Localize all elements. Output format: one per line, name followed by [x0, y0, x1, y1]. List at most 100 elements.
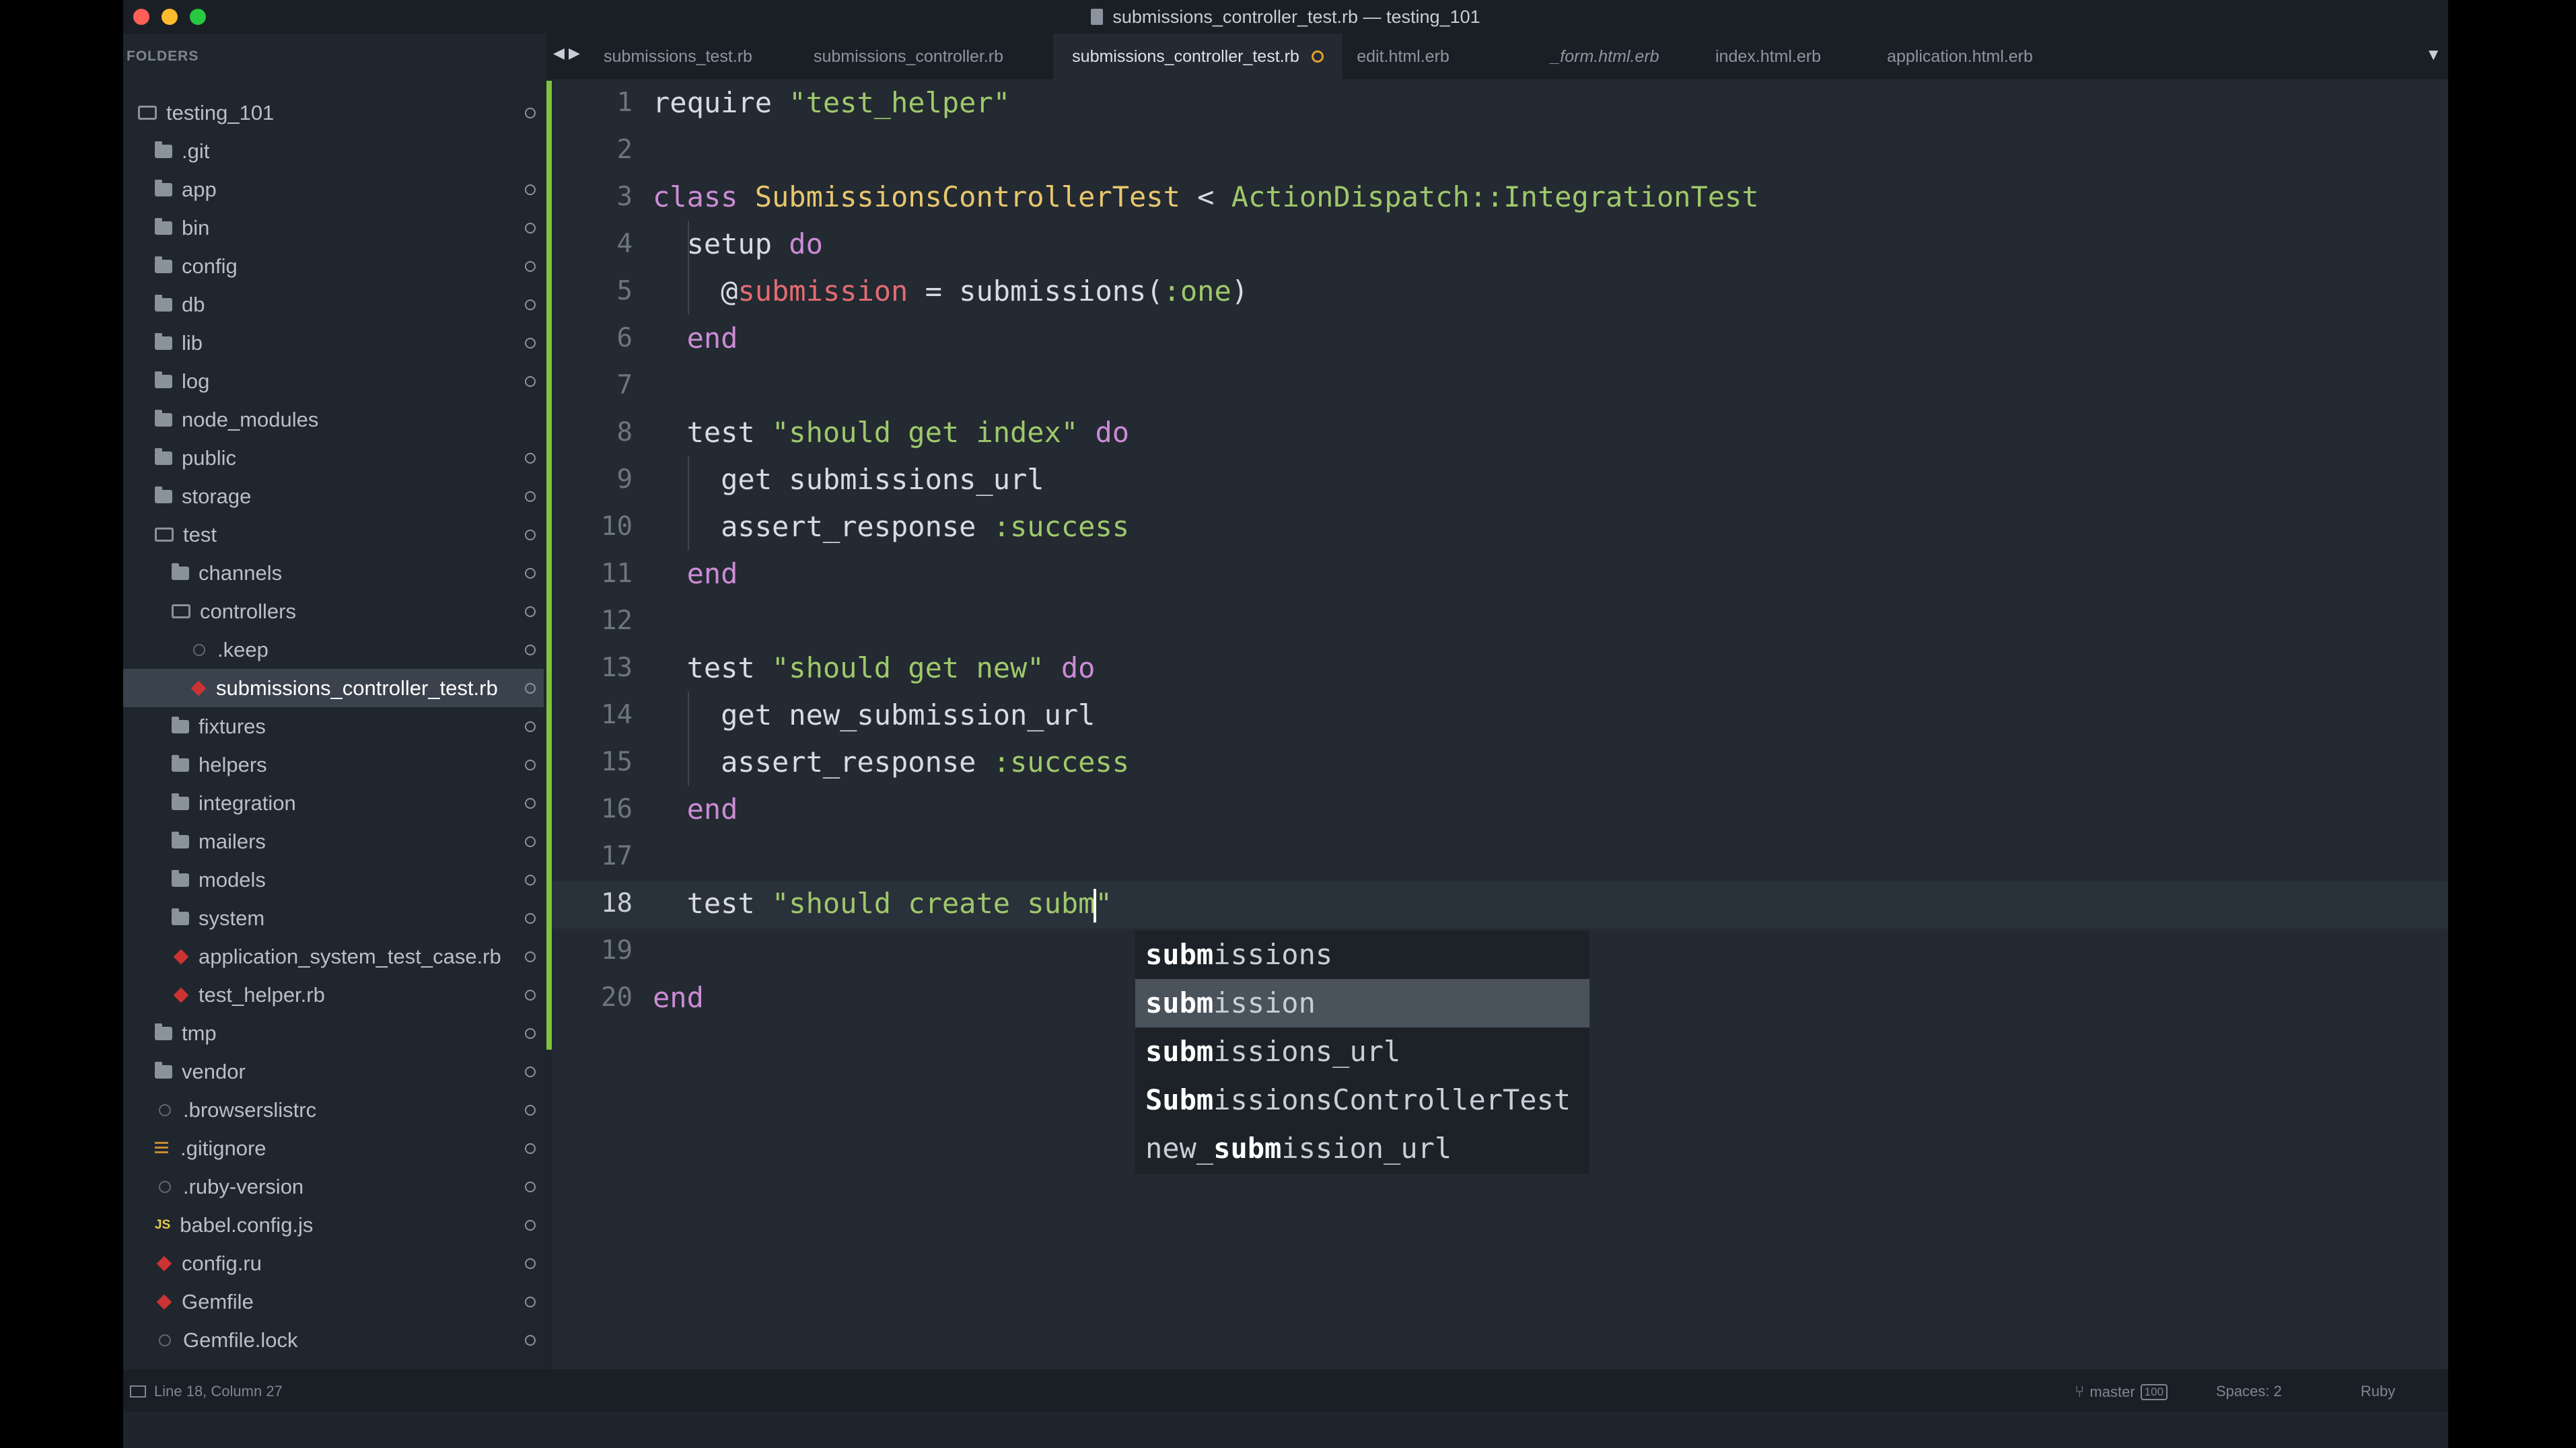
autocomplete-item[interactable]: new_submission_url [1135, 1124, 1589, 1173]
code-token: get submissions_url [653, 463, 1044, 496]
sidebar-item-label: test_helper.rb [199, 982, 325, 1007]
sidebar-item[interactable]: .gitignore [123, 1129, 544, 1167]
code-token: ActionDispatch::IntegrationTest [1231, 180, 1759, 213]
tab[interactable]: edit.html.erb [1339, 34, 1467, 79]
autocomplete-item[interactable]: submissions [1135, 931, 1589, 979]
sidebar-item[interactable]: tmp [123, 1014, 544, 1052]
code-token: do [789, 227, 823, 260]
git-status-icon [525, 797, 536, 809]
autocomplete-item[interactable]: SubmissionsControllerTest [1135, 1076, 1589, 1124]
sidebar-item-label: system [199, 906, 265, 930]
code-editor[interactable]: 1 require "test_helper" 2 3 class Submission… [552, 79, 2448, 1369]
code-token: :success [993, 510, 1130, 543]
console-icon[interactable] [130, 1385, 146, 1398]
folder-icon [155, 217, 172, 235]
sidebar-item[interactable]: app [123, 170, 544, 209]
sidebar-item[interactable]: helpers [123, 746, 544, 784]
sidebar-item[interactable]: Gemfile [123, 1282, 544, 1321]
sidebar-item[interactable]: fixtures [123, 707, 544, 746]
indent-guide [688, 456, 689, 550]
line-number: 16 [601, 794, 633, 824]
sidebar-item-label: fixtures [199, 714, 266, 738]
line-number: 11 [601, 558, 633, 589]
sidebar-item[interactable]: .ruby-version [123, 1167, 544, 1206]
sidebar-item[interactable]: bin [123, 209, 544, 247]
maximize-window-button[interactable] [190, 9, 206, 25]
sidebar-item[interactable]: testing_101 [123, 94, 544, 132]
code-token: " [1095, 887, 1112, 920]
sidebar-item[interactable]: lib [123, 324, 544, 362]
git-status-icon [525, 606, 536, 617]
git-status-icon [525, 1143, 536, 1154]
sidebar-item[interactable]: .keep [123, 630, 544, 669]
sidebar-item[interactable]: config.ru [123, 1244, 544, 1282]
autocomplete-popup: submissions submission submissions_url Subm… [1135, 931, 1589, 1174]
sidebar-item[interactable]: config [123, 247, 544, 285]
sidebar-item[interactable]: models [123, 861, 544, 899]
code-token: end [653, 322, 738, 355]
git-modified-gutter [546, 81, 552, 1050]
sidebar-item-label: helpers [199, 752, 267, 776]
sidebar-item[interactable]: application_system_test_case.rb [123, 937, 544, 976]
minimize-window-button[interactable] [162, 9, 178, 25]
tab[interactable]: submissions_controller.rb [791, 34, 1026, 79]
folder-icon [172, 793, 189, 810]
sidebar-item[interactable]: storage [123, 477, 544, 515]
code-line: setup do [653, 221, 823, 268]
close-window-button[interactable] [133, 9, 149, 25]
sidebar-item[interactable]: test_helper.rb [123, 976, 544, 1014]
sidebar-item[interactable]: db [123, 285, 544, 324]
line-number: 17 [601, 841, 633, 871]
line-number: 18 [601, 888, 633, 918]
autocomplete-item[interactable]: submission [1135, 979, 1589, 1027]
sidebar-item[interactable]: .git [123, 132, 544, 170]
sidebar-item-label: log [182, 369, 210, 393]
code-token: "test_helper" [789, 86, 1011, 119]
autocomplete-suffix: issionsControllerTest [1213, 1083, 1571, 1116]
unsaved-indicator-icon[interactable] [1311, 50, 1324, 63]
tab[interactable]: submissions_controller_test.rb [1053, 34, 1343, 79]
sidebar-item[interactable]: submissions_controller_test.rb [123, 669, 544, 707]
git-status-icon [525, 951, 536, 962]
sidebar-item[interactable]: mailers [123, 822, 544, 861]
git-status-icon [525, 529, 536, 540]
branch-name: master [2089, 1383, 2135, 1400]
line-number: 12 [601, 606, 633, 636]
sidebar-item[interactable]: system [123, 899, 544, 937]
folder-icon [155, 409, 172, 427]
tab[interactable]: index.html.erb [1696, 34, 1840, 79]
tab[interactable]: _form.html.erb [1521, 34, 1689, 79]
sidebar-item[interactable]: .browserslistrc [123, 1091, 544, 1129]
sidebar-item[interactable]: Gemfile.lock [123, 1321, 544, 1359]
line-number: 9 [616, 464, 633, 495]
sidebar-item[interactable]: integration [123, 784, 544, 822]
code-line: test "should create subm" [653, 880, 1112, 927]
sidebar-item[interactable]: JS babel.config.js [123, 1206, 544, 1244]
syntax-selector[interactable]: Ruby [2361, 1383, 2395, 1400]
tab[interactable]: application.html.erb [1864, 34, 2056, 79]
code-line: require "test_helper" [653, 79, 1010, 126]
ruby-file-icon [156, 1256, 172, 1271]
code-line: class SubmissionsControllerTest < Action… [653, 174, 1759, 221]
sidebar-item-label: test [183, 522, 217, 546]
code-token: :one [1163, 275, 1231, 307]
sidebar-item[interactable]: vendor [123, 1052, 544, 1091]
autocomplete-item[interactable]: submissions_url [1135, 1027, 1589, 1076]
sidebar-item[interactable]: log [123, 362, 544, 400]
file-icon [1091, 9, 1104, 25]
sidebar-item[interactable]: controllers [123, 592, 544, 630]
tab-dropdown-icon[interactable]: ▼ [2425, 46, 2441, 65]
sidebar-item-label: lib [182, 330, 203, 355]
autocomplete-match: subm [1145, 1035, 1214, 1068]
sidebar-item[interactable]: channels [123, 554, 544, 592]
code-line: end [653, 550, 738, 598]
sidebar-item[interactable]: node_modules [123, 400, 544, 439]
sidebar-item[interactable]: test [123, 515, 544, 554]
indentation-setting[interactable]: Spaces: 2 [2216, 1383, 2282, 1400]
tab-navigation-arrows-icon[interactable]: ◀ ▶ [553, 44, 580, 62]
git-branch[interactable]: ⑂ master 100 [2075, 1383, 2168, 1402]
tab[interactable]: submissions_test.rb [596, 34, 760, 79]
sidebar-item[interactable]: public [123, 439, 544, 477]
status-position[interactable]: Line 18, Column 27 [130, 1383, 283, 1400]
line-number: 8 [616, 417, 633, 447]
